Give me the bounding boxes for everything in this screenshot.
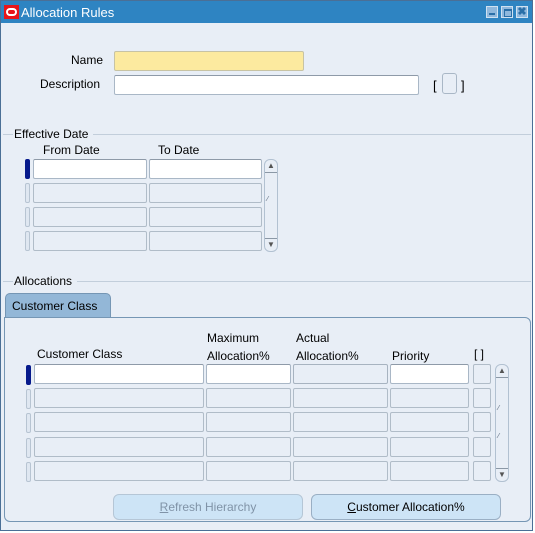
row-indicator[interactable] — [26, 389, 31, 409]
customer-allocation-button[interactable]: Customer Allocation% — [311, 494, 501, 520]
actual-allocation-field — [293, 461, 388, 481]
customer-class-field[interactable] — [34, 437, 204, 457]
section-divider — [3, 281, 13, 282]
flex-header: [ ] — [474, 347, 485, 361]
priority-field[interactable] — [390, 412, 469, 432]
to-date-header: To Date — [158, 143, 200, 157]
from-date-field[interactable] — [33, 159, 147, 179]
row-indicator-current[interactable] — [25, 159, 30, 179]
max-allocation-field[interactable] — [206, 388, 291, 408]
actual-allocation-header-line1: Actual — [296, 331, 330, 345]
row-indicator[interactable] — [25, 231, 30, 251]
priority-field[interactable] — [390, 364, 469, 384]
descriptive-flexfield[interactable] — [442, 73, 457, 94]
name-label: Name — [71, 53, 104, 67]
tab-label: Customer Class — [12, 299, 98, 313]
customer-class-field[interactable] — [34, 364, 204, 384]
customer-allocation-mnemonic: C — [347, 500, 356, 514]
max-allocation-field[interactable] — [206, 437, 291, 457]
actual-allocation-field — [293, 437, 388, 457]
to-date-field[interactable] — [149, 159, 262, 179]
row-indicator[interactable] — [26, 462, 31, 482]
flex-bracket-open: [ — [433, 78, 437, 93]
max-allocation-field[interactable] — [206, 412, 291, 432]
priority-field[interactable] — [390, 461, 469, 481]
description-label: Description — [40, 77, 101, 91]
row-flexfield[interactable] — [473, 437, 491, 457]
window-title: Allocation Rules — [21, 5, 115, 20]
section-divider — [93, 134, 531, 135]
row-flexfield[interactable] — [473, 461, 491, 481]
actual-allocation-field — [293, 364, 388, 384]
refresh-hierarchy-label: efresh Hierarchy — [168, 500, 257, 514]
title-bar[interactable]: Allocation Rules ✖ — [1, 1, 532, 23]
tab-customer-class[interactable]: Customer Class — [5, 293, 111, 317]
refresh-hierarchy-mnemonic: R — [159, 500, 169, 514]
actual-allocation-field — [293, 388, 388, 408]
description-field[interactable] — [114, 75, 419, 95]
to-date-field[interactable] — [149, 183, 262, 203]
scroll-up-icon[interactable]: ▲ — [496, 365, 508, 378]
minimize-icon[interactable] — [486, 6, 498, 18]
from-date-field[interactable] — [33, 231, 147, 251]
close-icon[interactable]: ✖ — [516, 6, 528, 18]
from-date-field[interactable] — [33, 207, 147, 227]
customer-class-field[interactable] — [34, 388, 204, 408]
row-indicator[interactable] — [26, 413, 31, 433]
row-flexfield[interactable] — [473, 412, 491, 432]
row-indicator-current[interactable] — [26, 365, 31, 385]
scroll-down-icon[interactable]: ▼ — [265, 238, 277, 251]
customer-class-header: Customer Class — [37, 347, 123, 361]
customer-class-field[interactable] — [34, 412, 204, 432]
row-indicator[interactable] — [26, 438, 31, 458]
customer-class-field[interactable] — [34, 461, 204, 481]
max-allocation-header-line2: Allocation% — [207, 349, 270, 363]
section-divider — [77, 281, 531, 282]
flex-bracket-close: ] — [461, 78, 465, 93]
actual-allocation-field — [293, 412, 388, 432]
max-allocation-field[interactable] — [206, 461, 291, 481]
scroll-up-icon[interactable]: ▲ — [265, 160, 277, 173]
oracle-logo-icon — [4, 5, 19, 19]
customer-allocation-label: ustomer Allocation% — [355, 500, 465, 514]
effective-date-section-label: Effective Date — [14, 127, 89, 141]
allocations-section-label: Allocations — [14, 274, 73, 288]
from-date-header: From Date — [43, 143, 100, 157]
to-date-field[interactable] — [149, 231, 262, 251]
priority-header: Priority — [392, 349, 430, 363]
row-flexfield[interactable] — [473, 364, 491, 384]
max-allocation-field[interactable] — [206, 364, 291, 384]
refresh-hierarchy-button[interactable]: Refresh Hierarchy — [113, 494, 303, 520]
max-allocation-header-line1: Maximum — [207, 331, 260, 345]
maximize-icon[interactable] — [501, 6, 513, 18]
scroll-down-icon[interactable]: ▼ — [496, 468, 508, 481]
effective-date-scrollbar[interactable]: ▲ ⁄⁄ ▼ — [264, 159, 278, 252]
from-date-field[interactable] — [33, 183, 147, 203]
actual-allocation-header-line2: Allocation% — [296, 349, 359, 363]
row-flexfield[interactable] — [473, 388, 491, 408]
priority-field[interactable] — [390, 388, 469, 408]
priority-field[interactable] — [390, 437, 469, 457]
allocation-rules-window: Allocation Rules ✖ Name Description [ ] … — [0, 0, 533, 531]
allocations-scrollbar[interactable]: ▲ ⁄⁄ ⁄⁄ ▼ — [495, 364, 509, 482]
row-indicator[interactable] — [25, 207, 30, 227]
to-date-field[interactable] — [149, 207, 262, 227]
name-field[interactable] — [114, 51, 304, 71]
section-divider — [3, 134, 13, 135]
row-indicator[interactable] — [25, 183, 30, 203]
